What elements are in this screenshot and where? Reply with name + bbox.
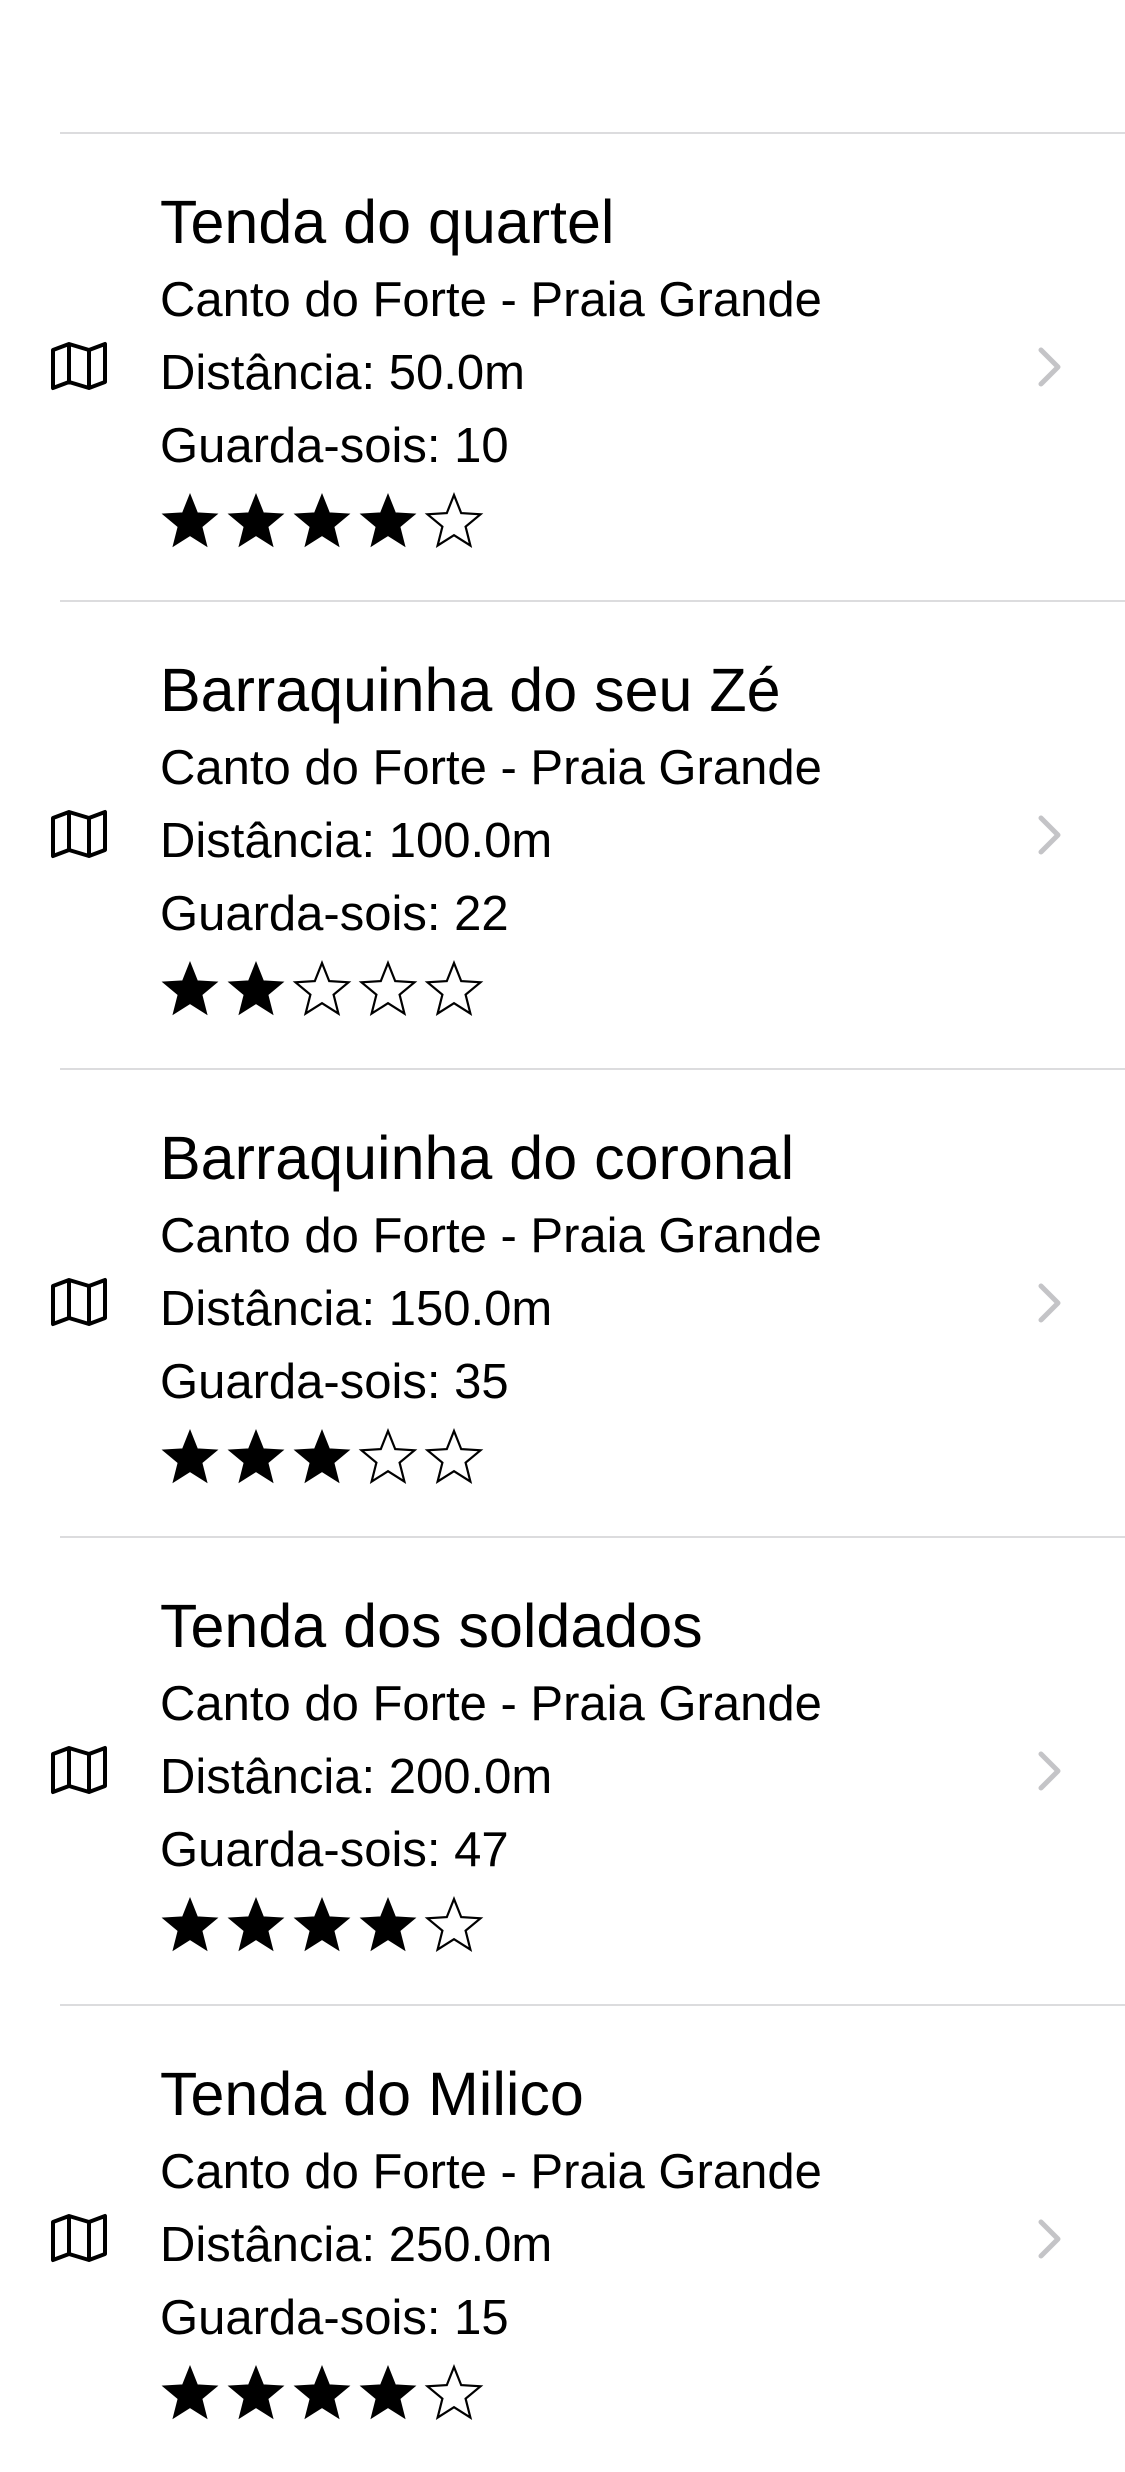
star-filled-icon [227, 960, 285, 1016]
item-content: Barraquinha do coronal Canto do Forte - … [160, 1120, 1005, 1493]
map-icon [51, 1746, 107, 1794]
star-filled-icon [293, 1896, 351, 1952]
chevron-right-icon [1038, 2219, 1061, 2259]
item-location: Canto do Forte - Praia Grande [160, 273, 822, 327]
star-filled-icon [161, 2364, 219, 2420]
item-distance: Distância: 50.0m [160, 346, 525, 400]
item-umbrellas: Guarda-sois: 10 [160, 419, 509, 473]
star-outline-icon [424, 960, 484, 1017]
item-title: Barraquinha do seu Zé [160, 656, 781, 724]
rating-stars [160, 1891, 1005, 1961]
star-filled-icon [359, 492, 417, 548]
star-filled-icon [293, 2364, 351, 2420]
star-outline-icon [424, 1428, 484, 1485]
rating-stars [160, 2359, 1005, 2429]
list-item[interactable]: Tenda do quartel Canto do Forte - Praia … [0, 132, 1125, 600]
rating-stars [160, 955, 1005, 1025]
star-outline-icon [358, 960, 418, 1017]
list-item[interactable]: Barraquinha do seu Zé Canto do Forte - P… [0, 600, 1125, 1068]
star-filled-icon [161, 1428, 219, 1484]
star-filled-icon [359, 1896, 417, 1952]
chevron-right-icon [1038, 1283, 1061, 1323]
list-item[interactable]: Barraquinha do coronal Canto do Forte - … [0, 1068, 1125, 1536]
chevron-right-icon [1038, 347, 1061, 387]
star-filled-icon [227, 2364, 285, 2420]
item-location: Canto do Forte - Praia Grande [160, 741, 822, 795]
star-outline-icon [292, 960, 352, 1017]
item-title: Tenda dos soldados [160, 1592, 703, 1660]
rating-stars [160, 487, 1005, 557]
beach-tent-list: Tenda do quartel Canto do Forte - Praia … [0, 132, 1125, 2472]
star-filled-icon [293, 492, 351, 548]
item-distance: Distância: 200.0m [160, 1750, 553, 1804]
item-location: Canto do Forte - Praia Grande [160, 1677, 822, 1731]
item-umbrellas: Guarda-sois: 47 [160, 1823, 509, 1877]
star-filled-icon [161, 1896, 219, 1952]
item-title: Tenda do Milico [160, 2060, 584, 2128]
star-filled-icon [293, 1428, 351, 1484]
map-icon [51, 342, 107, 390]
item-title: Barraquinha do coronal [160, 1124, 795, 1192]
map-icon [51, 2214, 107, 2262]
item-content: Tenda dos soldados Canto do Forte - Prai… [160, 1588, 1005, 1961]
item-content: Tenda do Milico Canto do Forte - Praia G… [160, 2056, 1005, 2429]
star-outline-icon [358, 1428, 418, 1485]
item-distance: Distância: 100.0m [160, 814, 553, 868]
item-umbrellas: Guarda-sois: 15 [160, 2291, 509, 2345]
item-umbrellas: Guarda-sois: 35 [160, 1355, 509, 1409]
map-icon [51, 810, 107, 858]
star-filled-icon [227, 492, 285, 548]
list-item[interactable]: Tenda do Milico Canto do Forte - Praia G… [0, 2004, 1125, 2472]
list-item[interactable]: Tenda dos soldados Canto do Forte - Prai… [0, 1536, 1125, 2004]
star-filled-icon [161, 492, 219, 548]
item-umbrellas: Guarda-sois: 22 [160, 887, 509, 941]
star-filled-icon [227, 1428, 285, 1484]
star-outline-icon [424, 492, 484, 549]
item-distance: Distância: 150.0m [160, 1282, 553, 1336]
star-filled-icon [359, 2364, 417, 2420]
star-outline-icon [424, 2364, 484, 2421]
item-title: Tenda do quartel [160, 188, 615, 256]
chevron-right-icon [1038, 815, 1061, 855]
star-filled-icon [227, 1896, 285, 1952]
map-icon [51, 1278, 107, 1326]
item-location: Canto do Forte - Praia Grande [160, 1209, 822, 1263]
item-distance: Distância: 250.0m [160, 2218, 553, 2272]
chevron-right-icon [1038, 1751, 1061, 1791]
star-outline-icon [424, 1896, 484, 1953]
item-content: Barraquinha do seu Zé Canto do Forte - P… [160, 652, 1005, 1025]
item-content: Tenda do quartel Canto do Forte - Praia … [160, 184, 1005, 557]
star-filled-icon [161, 960, 219, 1016]
item-location: Canto do Forte - Praia Grande [160, 2145, 822, 2199]
rating-stars [160, 1423, 1005, 1493]
